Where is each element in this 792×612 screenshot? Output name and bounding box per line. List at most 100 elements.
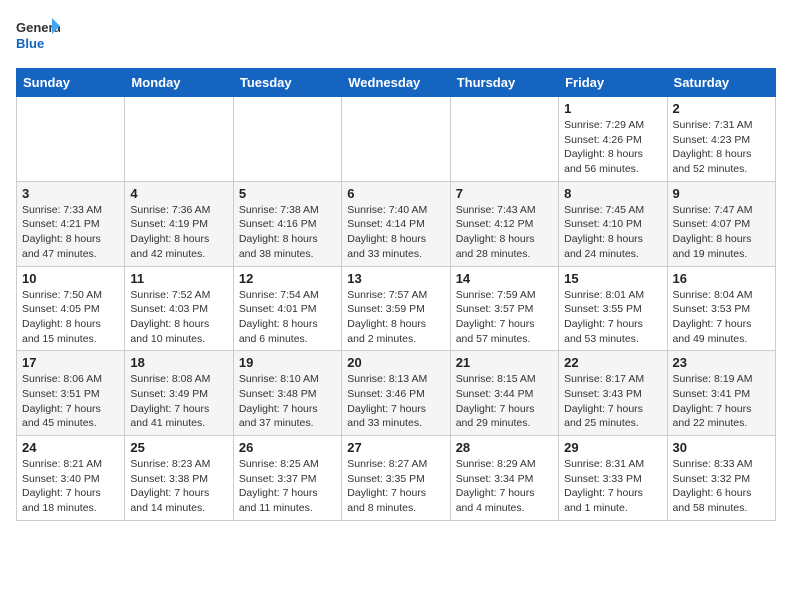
day-number: 13 (347, 271, 444, 286)
calendar-cell: 10 Sunrise: 7:50 AM Sunset: 4:05 PM Dayli… (17, 266, 125, 351)
calendar-cell: 18 Sunrise: 8:08 AM Sunset: 3:49 PM Dayli… (125, 351, 233, 436)
logo-svg: General Blue (16, 16, 60, 56)
calendar-cell: 21 Sunrise: 8:15 AM Sunset: 3:44 PM Dayli… (450, 351, 558, 436)
calendar-cell: 3 Sunrise: 7:33 AM Sunset: 4:21 PM Daylig… (17, 181, 125, 266)
calendar-cell: 7Sunrise: 7:43 AM Sunset: 4:12 PM Daylig… (450, 181, 558, 266)
day-info: Sunrise: 8:13 AM Sunset: 3:46 PM Dayligh… (347, 372, 444, 431)
day-info: Sunrise: 8:10 AM Sunset: 3:48 PM Dayligh… (239, 372, 336, 431)
page-header: General Blue (16, 16, 776, 56)
calendar-cell (17, 97, 125, 182)
calendar-cell: 4 Sunrise: 7:36 AM Sunset: 4:19 PM Daylig… (125, 181, 233, 266)
day-number: 11 (130, 271, 227, 286)
day-number: 4 (130, 186, 227, 201)
day-info: Sunrise: 8:23 AM Sunset: 3:38 PM Dayligh… (130, 457, 227, 516)
day-number: 25 (130, 440, 227, 455)
calendar-cell (125, 97, 233, 182)
day-header-wednesday: Wednesday (342, 69, 450, 97)
day-number: 6 (347, 186, 444, 201)
calendar-cell: 30Sunrise: 8:33 AM Sunset: 3:32 PM Dayli… (667, 436, 775, 521)
calendar-cell: 22Sunrise: 8:17 AM Sunset: 3:43 PM Dayli… (559, 351, 667, 436)
calendar-cell: 29 Sunrise: 8:31 AM Sunset: 3:33 PM Dayli… (559, 436, 667, 521)
day-number: 28 (456, 440, 553, 455)
day-info: Sunrise: 8:15 AM Sunset: 3:44 PM Dayligh… (456, 372, 553, 431)
calendar-cell: 12 Sunrise: 7:54 AM Sunset: 4:01 PM Dayli… (233, 266, 341, 351)
day-number: 18 (130, 355, 227, 370)
calendar-cell: 14 Sunrise: 7:59 AM Sunset: 3:57 PM Dayli… (450, 266, 558, 351)
calendar-week-3: 10 Sunrise: 7:50 AM Sunset: 4:05 PM Dayli… (17, 266, 776, 351)
calendar-cell: 5 Sunrise: 7:38 AM Sunset: 4:16 PM Daylig… (233, 181, 341, 266)
day-info: Sunrise: 8:31 AM Sunset: 3:33 PM Dayligh… (564, 457, 661, 516)
calendar-cell: 8 Sunrise: 7:45 AM Sunset: 4:10 PM Daylig… (559, 181, 667, 266)
day-header-sunday: Sunday (17, 69, 125, 97)
day-info: Sunrise: 7:38 AM Sunset: 4:16 PM Dayligh… (239, 203, 336, 262)
calendar-cell: 1Sunrise: 7:29 AM Sunset: 4:26 PM Daylig… (559, 97, 667, 182)
day-number: 23 (673, 355, 770, 370)
day-header-friday: Friday (559, 69, 667, 97)
day-number: 26 (239, 440, 336, 455)
day-info: Sunrise: 7:29 AM Sunset: 4:26 PM Dayligh… (564, 118, 661, 177)
calendar-cell: 9 Sunrise: 7:47 AM Sunset: 4:07 PM Daylig… (667, 181, 775, 266)
day-info: Sunrise: 7:40 AM Sunset: 4:14 PM Dayligh… (347, 203, 444, 262)
day-info: Sunrise: 7:33 AM Sunset: 4:21 PM Dayligh… (22, 203, 119, 262)
day-info: Sunrise: 7:36 AM Sunset: 4:19 PM Dayligh… (130, 203, 227, 262)
day-number: 15 (564, 271, 661, 286)
calendar-week-5: 24Sunrise: 8:21 AM Sunset: 3:40 PM Dayli… (17, 436, 776, 521)
calendar-cell: 2 Sunrise: 7:31 AM Sunset: 4:23 PM Daylig… (667, 97, 775, 182)
day-header-saturday: Saturday (667, 69, 775, 97)
day-info: Sunrise: 7:45 AM Sunset: 4:10 PM Dayligh… (564, 203, 661, 262)
day-info: Sunrise: 8:01 AM Sunset: 3:55 PM Dayligh… (564, 288, 661, 347)
day-header-tuesday: Tuesday (233, 69, 341, 97)
day-info: Sunrise: 8:06 AM Sunset: 3:51 PM Dayligh… (22, 372, 119, 431)
day-number: 30 (673, 440, 770, 455)
calendar-cell: 13 Sunrise: 7:57 AM Sunset: 3:59 PM Dayli… (342, 266, 450, 351)
calendar-cell: 26 Sunrise: 8:25 AM Sunset: 3:37 PM Dayli… (233, 436, 341, 521)
day-info: Sunrise: 7:47 AM Sunset: 4:07 PM Dayligh… (673, 203, 770, 262)
calendar-cell (342, 97, 450, 182)
calendar-week-1: 1Sunrise: 7:29 AM Sunset: 4:26 PM Daylig… (17, 97, 776, 182)
day-info: Sunrise: 7:57 AM Sunset: 3:59 PM Dayligh… (347, 288, 444, 347)
day-info: Sunrise: 8:04 AM Sunset: 3:53 PM Dayligh… (673, 288, 770, 347)
day-info: Sunrise: 8:21 AM Sunset: 3:40 PM Dayligh… (22, 457, 119, 516)
day-info: Sunrise: 8:19 AM Sunset: 3:41 PM Dayligh… (673, 372, 770, 431)
day-number: 2 (673, 101, 770, 116)
day-number: 19 (239, 355, 336, 370)
day-info: Sunrise: 7:59 AM Sunset: 3:57 PM Dayligh… (456, 288, 553, 347)
calendar-cell: 6 Sunrise: 7:40 AM Sunset: 4:14 PM Daylig… (342, 181, 450, 266)
day-number: 22 (564, 355, 661, 370)
calendar-cell: 19 Sunrise: 8:10 AM Sunset: 3:48 PM Dayli… (233, 351, 341, 436)
day-info: Sunrise: 7:43 AM Sunset: 4:12 PM Dayligh… (456, 203, 553, 262)
day-header-thursday: Thursday (450, 69, 558, 97)
day-number: 9 (673, 186, 770, 201)
day-info: Sunrise: 8:25 AM Sunset: 3:37 PM Dayligh… (239, 457, 336, 516)
calendar-cell: 20Sunrise: 8:13 AM Sunset: 3:46 PM Dayli… (342, 351, 450, 436)
day-number: 12 (239, 271, 336, 286)
calendar-cell (450, 97, 558, 182)
calendar-week-4: 17 Sunrise: 8:06 AM Sunset: 3:51 PM Dayli… (17, 351, 776, 436)
day-info: Sunrise: 7:31 AM Sunset: 4:23 PM Dayligh… (673, 118, 770, 177)
day-number: 29 (564, 440, 661, 455)
day-number: 3 (22, 186, 119, 201)
day-number: 27 (347, 440, 444, 455)
calendar-header-row: SundayMondayTuesdayWednesdayThursdayFrid… (17, 69, 776, 97)
calendar-week-2: 3 Sunrise: 7:33 AM Sunset: 4:21 PM Daylig… (17, 181, 776, 266)
calendar-cell: 24Sunrise: 8:21 AM Sunset: 3:40 PM Dayli… (17, 436, 125, 521)
day-number: 5 (239, 186, 336, 201)
day-info: Sunrise: 7:50 AM Sunset: 4:05 PM Dayligh… (22, 288, 119, 347)
day-info: Sunrise: 8:27 AM Sunset: 3:35 PM Dayligh… (347, 457, 444, 516)
day-info: Sunrise: 7:54 AM Sunset: 4:01 PM Dayligh… (239, 288, 336, 347)
calendar-cell: 25 Sunrise: 8:23 AM Sunset: 3:38 PM Dayli… (125, 436, 233, 521)
day-number: 21 (456, 355, 553, 370)
day-number: 14 (456, 271, 553, 286)
day-number: 16 (673, 271, 770, 286)
day-header-monday: Monday (125, 69, 233, 97)
day-info: Sunrise: 8:08 AM Sunset: 3:49 PM Dayligh… (130, 372, 227, 431)
calendar-cell: 23 Sunrise: 8:19 AM Sunset: 3:41 PM Dayli… (667, 351, 775, 436)
day-info: Sunrise: 7:52 AM Sunset: 4:03 PM Dayligh… (130, 288, 227, 347)
day-number: 17 (22, 355, 119, 370)
calendar-cell: 16 Sunrise: 8:04 AM Sunset: 3:53 PM Dayli… (667, 266, 775, 351)
calendar-cell: 15 Sunrise: 8:01 AM Sunset: 3:55 PM Dayli… (559, 266, 667, 351)
day-number: 8 (564, 186, 661, 201)
day-number: 10 (22, 271, 119, 286)
calendar-cell: 27 Sunrise: 8:27 AM Sunset: 3:35 PM Dayli… (342, 436, 450, 521)
logo: General Blue (16, 16, 60, 56)
